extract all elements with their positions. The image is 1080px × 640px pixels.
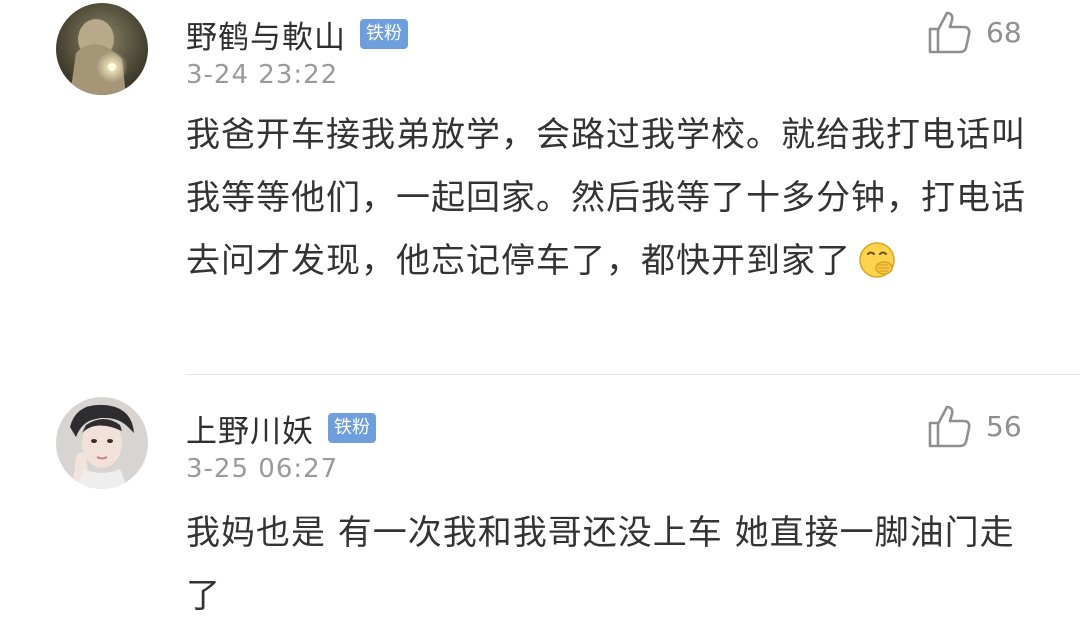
thumbs-up-icon[interactable] (926, 403, 972, 449)
avatar[interactable] (56, 3, 148, 95)
face-with-hand-over-mouth-emoji (857, 238, 897, 301)
comment-feed: 野鹤与軟山 铁粉 3-24 23:22 68 我爸开车接我弟放学，会路过我学校。… (0, 0, 1080, 640)
thumbs-up-icon[interactable] (926, 9, 972, 55)
comment-text: 我妈也是 有一次我和我哥还没上车 她直接一脚油门走了 (186, 513, 1015, 616)
comment-body: 我爸开车接我弟放学，会路过我学校。就给我打电话叫我等等他们，一起回家。然后我等了… (186, 104, 1026, 301)
user-line: 上野川妖 铁粉 (186, 406, 376, 450)
comment-item: 上野川妖 铁粉 3-25 06:27 56 我妈也是 有一次我和我哥还没上车 她… (0, 376, 1080, 640)
comment-text: 我爸开车接我弟放学，会路过我学校。就给我打电话叫我等等他们，一起回家。然后我等了… (186, 115, 1026, 281)
user-line: 野鹤与軟山 铁粉 (186, 12, 408, 56)
comment-body: 我妈也是 有一次我和我哥还没上车 她直接一脚油门走了 (186, 502, 1026, 628)
timestamp: 3-24 23:22 (186, 60, 339, 90)
avatar[interactable] (56, 397, 148, 489)
comment-item: 野鹤与軟山 铁粉 3-24 23:22 68 我爸开车接我弟放学，会路过我学校。… (0, 0, 1080, 375)
username[interactable]: 野鹤与軟山 (186, 12, 346, 57)
like-button[interactable]: 68 (926, 8, 1030, 56)
fan-badge: 铁粉 (328, 413, 376, 443)
like-count: 56 (986, 409, 1022, 443)
username[interactable]: 上野川妖 (186, 406, 314, 451)
timestamp: 3-25 06:27 (186, 454, 339, 484)
fan-badge: 铁粉 (360, 19, 408, 49)
like-button[interactable]: 56 (926, 402, 1030, 450)
like-count: 68 (986, 15, 1022, 49)
divider (186, 374, 1080, 375)
